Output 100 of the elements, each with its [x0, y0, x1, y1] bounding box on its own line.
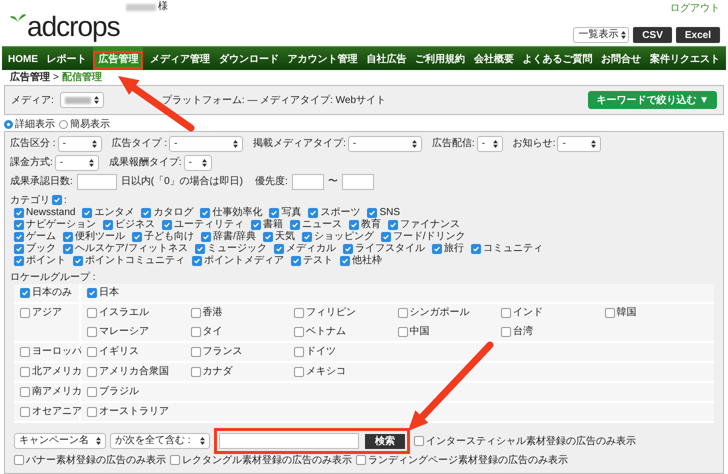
checkbox[interactable] — [294, 308, 304, 318]
search-button[interactable]: 検索 — [365, 434, 405, 448]
filter-select[interactable]: - — [348, 136, 422, 152]
checkbox[interactable] — [367, 208, 378, 218]
checkbox[interactable] — [340, 256, 350, 266]
checkbox[interactable] — [201, 232, 211, 242]
checkbox[interactable] — [349, 220, 359, 230]
checkbox[interactable] — [87, 288, 97, 298]
country-label: アメリカ合衆国 — [99, 366, 169, 378]
checkbox[interactable] — [194, 244, 205, 254]
search-field-select[interactable]: キャンペーン名 — [14, 433, 106, 449]
nav-tab[interactable]: HOME — [6, 47, 40, 70]
checkbox[interactable] — [14, 208, 24, 218]
checkbox[interactable] — [87, 387, 97, 397]
filter-select[interactable]: - — [184, 154, 212, 170]
checkbox[interactable] — [291, 256, 301, 266]
checkbox[interactable] — [501, 327, 511, 337]
checkbox[interactable] — [87, 308, 97, 318]
nav-tab[interactable]: アカウント管理 — [286, 47, 360, 70]
checkbox[interactable] — [308, 208, 318, 218]
checkbox[interactable] — [190, 308, 200, 318]
checkbox[interactable] — [162, 220, 172, 230]
checkbox[interactable] — [290, 220, 300, 230]
export-button[interactable]: CSV — [633, 27, 672, 43]
approval-days-field[interactable] — [76, 174, 117, 190]
checkbox[interactable] — [14, 244, 24, 254]
checkbox[interactable] — [190, 367, 200, 377]
checkbox[interactable] — [380, 232, 391, 242]
radio-button[interactable] — [4, 120, 13, 128]
nav-tab[interactable]: レポート — [44, 47, 89, 70]
nav-tab[interactable]: メディア管理 — [148, 47, 212, 70]
filter-select[interactable]: - — [476, 136, 503, 152]
checkbox[interactable] — [14, 220, 24, 230]
breadcrumb-item[interactable]: 広告管理 — [10, 70, 50, 84]
checkbox[interactable] — [251, 220, 261, 230]
checkbox[interactable] — [190, 347, 200, 357]
nav-tab[interactable]: ダウンロード — [216, 47, 281, 70]
checkbox[interactable] — [20, 387, 30, 397]
checkbox[interactable] — [398, 308, 408, 318]
priority-min-field[interactable] — [292, 174, 324, 190]
nav-tab[interactable]: お問合せ — [599, 47, 644, 70]
radio-button[interactable] — [59, 120, 68, 128]
checkbox[interactable] — [192, 256, 202, 266]
checkbox[interactable] — [170, 455, 180, 466]
checkbox[interactable] — [294, 347, 304, 357]
checkbox[interactable] — [190, 327, 200, 337]
checkbox[interactable] — [398, 327, 408, 337]
checkbox[interactable] — [294, 327, 304, 337]
checkbox[interactable] — [20, 407, 30, 417]
view-select[interactable]: 一覧表示 — [573, 27, 630, 43]
checkbox[interactable] — [342, 244, 353, 254]
nav-tab[interactable]: 案件リクエスト — [648, 47, 722, 70]
checkbox[interactable] — [87, 347, 97, 357]
filter-select[interactable]: - — [557, 136, 602, 152]
checkbox[interactable] — [52, 195, 62, 205]
checkbox[interactable] — [274, 244, 284, 254]
checkbox[interactable] — [432, 244, 442, 254]
filter-select[interactable]: - — [169, 136, 244, 152]
checkbox[interactable] — [20, 347, 30, 357]
checkbox[interactable] — [87, 327, 97, 337]
checkbox[interactable] — [87, 367, 97, 377]
media-select[interactable] — [60, 92, 104, 108]
checkbox[interactable] — [63, 232, 73, 242]
checkbox[interactable] — [20, 308, 30, 318]
checkbox[interactable] — [63, 244, 73, 254]
checkbox[interactable] — [414, 436, 424, 446]
checkbox[interactable] — [87, 407, 97, 417]
checkbox[interactable] — [604, 308, 614, 318]
checkbox[interactable] — [262, 232, 273, 242]
checkbox[interactable] — [20, 367, 30, 377]
checkbox[interactable] — [14, 455, 24, 466]
priority-max-field[interactable] — [342, 174, 374, 190]
checkbox[interactable] — [141, 208, 152, 218]
nav-tab[interactable]: 自社広告 — [364, 47, 408, 70]
checkbox[interactable] — [20, 288, 30, 298]
search-input[interactable] — [219, 433, 359, 449]
condition-select[interactable]: が次を全て含む : — [110, 433, 210, 449]
checkbox[interactable] — [200, 208, 210, 218]
filter-select[interactable]: - — [54, 154, 99, 170]
checkbox[interactable] — [73, 256, 83, 266]
nav-tab[interactable]: 会社概要 — [472, 47, 516, 70]
checkbox[interactable] — [356, 455, 366, 466]
checkbox[interactable] — [388, 220, 398, 230]
nav-tab[interactable]: ご利用規約 — [413, 47, 468, 70]
logout-link[interactable]: ログアウト — [670, 1, 720, 16]
nav-tab[interactable]: 広告管理 — [93, 47, 144, 70]
checkbox[interactable] — [14, 256, 24, 266]
export-button[interactable]: Excel — [676, 27, 720, 43]
checkbox[interactable] — [470, 244, 481, 254]
checkbox[interactable] — [132, 232, 142, 242]
filter-select[interactable]: - — [58, 136, 102, 152]
checkbox[interactable] — [103, 220, 113, 230]
checkbox[interactable] — [14, 232, 24, 242]
keyword-filter-button[interactable]: キーワードで絞り込む ▼ — [588, 91, 717, 109]
checkbox[interactable] — [82, 208, 92, 218]
checkbox[interactable] — [294, 367, 304, 377]
checkbox[interactable] — [302, 232, 312, 242]
checkbox[interactable] — [501, 308, 511, 318]
nav-tab[interactable]: よくあるご質問 — [520, 47, 594, 70]
checkbox[interactable] — [269, 208, 280, 218]
